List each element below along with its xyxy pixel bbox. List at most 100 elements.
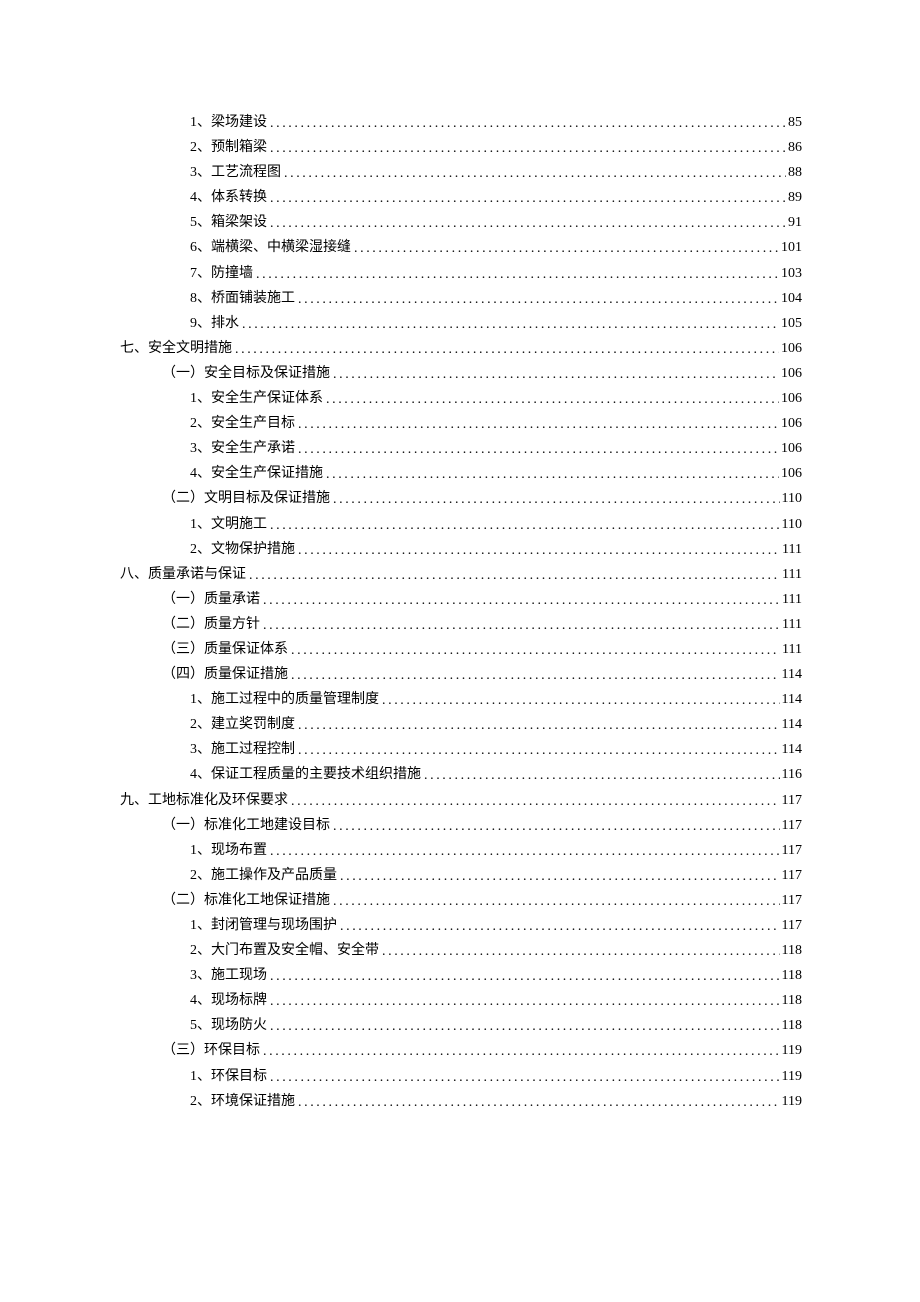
toc-entry-page: 118 <box>780 988 802 1013</box>
toc-entry-label: 5、箱梁架设 <box>190 210 267 235</box>
toc-entry[interactable]: 1、封闭管理与现场围护 117 <box>120 913 802 938</box>
toc-dot-leader <box>270 136 786 161</box>
toc-entry[interactable]: 4、保证工程质量的主要技术组织措施116 <box>120 762 802 787</box>
toc-entry[interactable]: 2、施工操作及产品质量 117 <box>120 863 802 888</box>
toc-dot-leader <box>249 563 780 588</box>
toc-entry-label: 九、工地标准化及环保要求 <box>120 788 288 813</box>
toc-entry[interactable]: （四）质量保证措施114 <box>120 662 802 687</box>
toc-dot-leader <box>242 312 779 337</box>
toc-entry[interactable]: 3、施工过程控制114 <box>120 737 802 762</box>
toc-dot-leader <box>291 789 780 814</box>
toc-entry[interactable]: 1、施工过程中的质量管理制度114 <box>120 687 802 712</box>
toc-entry-page: 117 <box>780 913 802 938</box>
toc-entry[interactable]: 1、安全生产保证体系 106 <box>120 386 802 411</box>
toc-entry[interactable]: （二）质量方针111 <box>120 612 802 637</box>
toc-entry-page: 104 <box>779 286 802 311</box>
toc-entry-label: 1、梁场建设 <box>190 110 267 135</box>
toc-entry-label: 1、封闭管理与现场围护 <box>190 913 337 938</box>
toc-dot-leader <box>298 738 780 763</box>
toc-entry[interactable]: 1、环保目标119 <box>120 1064 802 1089</box>
toc-entry[interactable]: 九、工地标准化及环保要求117 <box>120 788 802 813</box>
toc-entry-page: 117 <box>780 838 802 863</box>
toc-dot-leader <box>270 1065 780 1090</box>
toc-dot-leader <box>270 839 780 864</box>
toc-entry-label: 2、环境保证措施 <box>190 1089 295 1114</box>
toc-entry-page: 106 <box>779 411 802 436</box>
toc-entry[interactable]: 6、端横梁、中横梁湿接缝101 <box>120 235 802 260</box>
toc-entry[interactable]: 2、预制箱梁86 <box>120 135 802 160</box>
toc-entry-label: （一）安全目标及保证措施 <box>162 361 330 386</box>
toc-entry-label: 1、文明施工 <box>190 512 267 537</box>
toc-entry-page: 110 <box>780 486 802 511</box>
toc-entry-label: 3、施工过程控制 <box>190 737 295 762</box>
toc-entry-page: 88 <box>786 160 802 185</box>
toc-dot-leader <box>326 387 779 412</box>
toc-entry-label: 2、文物保护措施 <box>190 537 295 562</box>
toc-dot-leader <box>270 989 780 1014</box>
toc-entry-page: 111 <box>780 612 802 637</box>
toc-entry[interactable]: 2、文物保护措施 111 <box>120 537 802 562</box>
toc-entry[interactable]: 7、防撞墙103 <box>120 261 802 286</box>
toc-entry-label: 1、施工过程中的质量管理制度 <box>190 687 379 712</box>
toc-entry[interactable]: 1、现场布置117 <box>120 838 802 863</box>
toc-entry[interactable]: 1、文明施工 110 <box>120 512 802 537</box>
toc-dot-leader <box>270 186 786 211</box>
toc-dot-leader <box>270 1014 780 1039</box>
toc-entry-page: 117 <box>780 813 802 838</box>
toc-entry-label: 2、建立奖罚制度 <box>190 712 295 737</box>
toc-entry-label: 八、质量承诺与保证 <box>120 562 246 587</box>
toc-entry[interactable]: 八、质量承诺与保证111 <box>120 562 802 587</box>
toc-entry-page: 101 <box>779 235 802 260</box>
toc-entry[interactable]: 3、施工现场118 <box>120 963 802 988</box>
toc-dot-leader <box>382 688 780 713</box>
toc-entry-label: 1、安全生产保证体系 <box>190 386 323 411</box>
toc-entry-page: 105 <box>779 311 802 336</box>
toc-entry[interactable]: （一）标准化工地建设目标117 <box>120 813 802 838</box>
toc-entry[interactable]: 8、桥面铺装施工104 <box>120 286 802 311</box>
toc-entry[interactable]: （三）环保目标119 <box>120 1038 802 1063</box>
toc-dot-leader <box>333 889 780 914</box>
toc-entry[interactable]: 2、安全生产目标106 <box>120 411 802 436</box>
toc-entry[interactable]: （二）标准化工地保证措施117 <box>120 888 802 913</box>
toc-dot-leader <box>298 713 780 738</box>
toc-entry[interactable]: 3、工艺流程图88 <box>120 160 802 185</box>
toc-entry[interactable]: （一）安全目标及保证措施106 <box>120 361 802 386</box>
toc-entry[interactable]: 4、体系转换 89 <box>120 185 802 210</box>
toc-dot-leader <box>333 487 780 512</box>
toc-dot-leader <box>298 437 779 462</box>
toc-entry-page: 111 <box>780 537 802 562</box>
toc-dot-leader <box>291 638 780 663</box>
toc-entry[interactable]: （三）质量保证体系111 <box>120 637 802 662</box>
toc-entry-page: 114 <box>780 662 802 687</box>
toc-entry[interactable]: 2、建立奖罚制度114 <box>120 712 802 737</box>
toc-entry-page: 89 <box>786 185 802 210</box>
toc-entry-page: 117 <box>780 863 802 888</box>
toc-entry-page: 111 <box>780 637 802 662</box>
toc-dot-leader <box>424 763 780 788</box>
toc-entry[interactable]: 2、大门布置及安全帽、安全带118 <box>120 938 802 963</box>
toc-entry[interactable]: （二）文明目标及保证措施110 <box>120 486 802 511</box>
toc-entry-label: 7、防撞墙 <box>190 261 253 286</box>
toc-entry[interactable]: 4、现场标牌118 <box>120 988 802 1013</box>
toc-entry[interactable]: 2、环境保证措施119 <box>120 1089 802 1114</box>
toc-dot-leader <box>298 412 779 437</box>
toc-entry[interactable]: 5、箱梁架设91 <box>120 210 802 235</box>
toc-entry-label: 2、施工操作及产品质量 <box>190 863 337 888</box>
toc-dot-leader <box>256 262 779 287</box>
toc-entry[interactable]: （一）质量承诺111 <box>120 587 802 612</box>
toc-entry-page: 106 <box>779 436 802 461</box>
toc-entry[interactable]: 1、梁场建设 85 <box>120 110 802 135</box>
toc-entry-label: 4、体系转换 <box>190 185 267 210</box>
toc-entry[interactable]: 4、安全生产保证措施106 <box>120 461 802 486</box>
toc-entry-page: 85 <box>786 110 802 135</box>
toc-entry-page: 106 <box>779 386 802 411</box>
toc-entry-page: 110 <box>780 512 802 537</box>
toc-entry[interactable]: 3、安全生产承诺106 <box>120 436 802 461</box>
toc-entry[interactable]: 七、安全文明措施106 <box>120 336 802 361</box>
toc-entry[interactable]: 9、排水105 <box>120 311 802 336</box>
toc-entry[interactable]: 5、现场防火118 <box>120 1013 802 1038</box>
toc-entry-label: （二）标准化工地保证措施 <box>162 888 330 913</box>
toc-dot-leader <box>270 211 786 236</box>
toc-dot-leader <box>270 513 780 538</box>
toc-entry-label: 5、现场防火 <box>190 1013 267 1038</box>
